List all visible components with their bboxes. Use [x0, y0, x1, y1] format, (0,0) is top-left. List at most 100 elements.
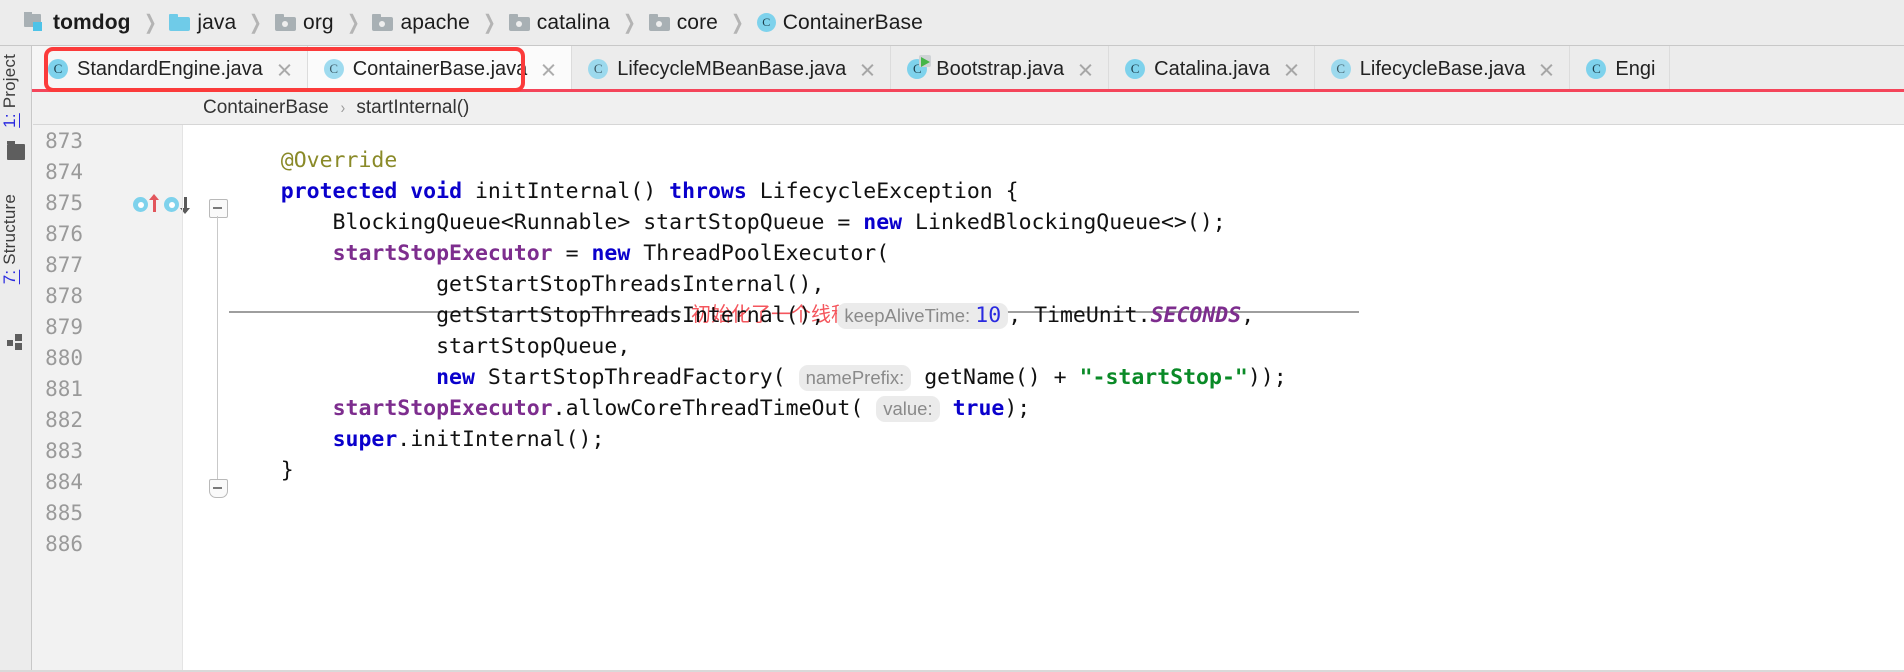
breadcrumb-separator-icon: ❯	[346, 12, 360, 34]
breadcrumb-label: apache	[400, 10, 470, 34]
folder-blue-icon	[169, 14, 191, 31]
number-literal: 10	[975, 303, 1002, 328]
breadcrumb-separator-icon: ❯	[623, 12, 636, 34]
close-icon[interactable]	[540, 61, 557, 78]
java-class-icon: C	[48, 59, 68, 79]
sidebar-item-structure-label: Structure	[0, 194, 19, 270]
sidebar-item-structure-number: 7:	[0, 269, 19, 285]
code-line-884: }	[229, 458, 294, 483]
editor-tab-standardengine[interactable]: C StandardEngine.java	[32, 46, 308, 92]
structure-icon[interactable]	[7, 334, 25, 350]
editor-tab-label: Bootstrap.java	[936, 57, 1065, 80]
breadcrumb-item-java[interactable]: java	[169, 0, 236, 46]
breadcrumb-item-containerbase[interactable]: C ContainerBase	[756, 0, 923, 46]
code-line-877: startStopExecutor = new ThreadPoolExecut…	[332, 241, 890, 266]
breadcrumb-label: org	[303, 10, 334, 34]
java-class-icon: C	[1586, 59, 1607, 79]
editor-tab-label: Engi	[1615, 57, 1656, 80]
constant-seconds: SECONDS	[1150, 303, 1242, 328]
sidebar-item-project[interactable]: 1: Project	[0, 54, 32, 128]
editor-tab-bootstrap[interactable]: C Bootstrap.java	[891, 46, 1110, 92]
member-breadcrumb: ContainerBase › startInternal()	[33, 92, 1904, 125]
code-line-875: protected void initInternal() throws Lif…	[280, 179, 1019, 204]
member-breadcrumb-method[interactable]: startInternal()	[356, 97, 469, 119]
breadcrumb-label: catalina	[536, 10, 610, 34]
close-icon[interactable]	[1283, 61, 1300, 78]
line-number: 883	[45, 439, 83, 463]
editor-tab-label: Catalina.java	[1154, 57, 1270, 80]
folder-package-icon	[372, 14, 394, 31]
folder-package-icon	[508, 14, 530, 31]
implementing-method-up-icon[interactable]	[133, 193, 164, 215]
java-class-icon: C	[756, 13, 776, 32]
editor-gutter[interactable]: 873 874 875 876 877 878 879 880 881 882 …	[33, 125, 190, 672]
close-icon[interactable]	[1077, 61, 1094, 78]
breadcrumb-label: java	[197, 10, 237, 34]
breadcrumb-item-core[interactable]: core	[648, 0, 718, 46]
sidebar-item-project-label: Project	[0, 54, 19, 114]
breadcrumb-item-apache[interactable]: apache	[372, 0, 470, 46]
run-arrow-icon	[921, 57, 931, 67]
code-line-882: startStopExecutor.allowCoreThreadTimeOut…	[332, 396, 1031, 422]
line-number: 880	[45, 346, 83, 370]
folder-package-icon	[648, 14, 670, 31]
line-number: 879	[45, 315, 83, 339]
close-icon[interactable]	[859, 61, 876, 78]
code-line-881: new StartStopThreadFactory( namePrefix: …	[436, 365, 1287, 391]
breadcrumb-item-org[interactable]: org	[275, 0, 334, 46]
editor-tab-label: LifecycleMBeanBase.java	[617, 57, 847, 80]
editor-tab-containerbase[interactable]: C ContainerBase.java	[307, 46, 573, 92]
line-number: 873	[45, 129, 83, 153]
sidebar-item-structure[interactable]: 7: Structure	[0, 194, 32, 284]
line-number: 882	[45, 408, 83, 432]
inlay-hint-nameprefix: namePrefix:	[798, 365, 912, 391]
code-line-883: super.initInternal();	[332, 427, 605, 452]
line-number: 876	[45, 222, 83, 246]
close-icon[interactable]	[276, 61, 293, 78]
module-icon	[24, 12, 46, 32]
inlay-hint-keepalivetime: keepAliveTime: 10	[837, 303, 1009, 329]
breadcrumb-item-tomdog[interactable]: tomdog	[24, 0, 131, 46]
field-startstopexecutor: startStopExecutor	[332, 396, 553, 421]
editor-tab-label: StandardEngine.java	[77, 57, 263, 80]
editor-tab-lifecyclembeanbase[interactable]: C LifecycleMBeanBase.java	[572, 46, 892, 92]
breadcrumb-label: core	[676, 10, 718, 34]
line-number: 886	[45, 532, 83, 556]
editor-tab-label: LifecycleBase.java	[1359, 57, 1526, 80]
code-editor[interactable]: 873 874 875 876 877 878 879 880 881 882 …	[33, 125, 1904, 672]
line-number: 881	[45, 377, 83, 401]
code-line-876: BlockingQueue<Runnable> startStopQueue =…	[229, 210, 1226, 235]
member-breadcrumb-class[interactable]: ContainerBase	[203, 97, 329, 119]
code-line-874: @Override	[229, 145, 398, 176]
breadcrumb-separator-icon: ❯	[731, 12, 744, 34]
code-line-878: getStartStopThreadsInternal(),	[229, 272, 825, 297]
editor-tab-label: ContainerBase.java	[352, 57, 528, 80]
chevron-right-icon: ›	[340, 98, 345, 117]
line-number: 877	[45, 253, 83, 277]
editor-tab-engine[interactable]: C Engi	[1570, 46, 1671, 92]
field-startstopexecutor: startStopExecutor	[332, 241, 553, 266]
folder-package-icon	[275, 14, 297, 31]
code-line-880: startStopQueue,	[229, 334, 631, 359]
ide-window: tomdog ❯ java ❯ org ❯ apache ❯ catalina …	[0, 0, 1904, 672]
close-icon[interactable]	[1538, 61, 1555, 78]
line-number: 874	[45, 160, 83, 184]
editor-tab-catalina[interactable]: C Catalina.java	[1109, 46, 1315, 92]
breadcrumb-separator-icon: ❯	[143, 12, 157, 34]
line-number: 885	[45, 501, 83, 525]
code-content[interactable]: 初始化了一个线程池和阻塞队列 @Override protected void …	[183, 125, 1904, 672]
left-tool-window-strip: 1: Project 7: Structure	[0, 46, 32, 672]
code-line-879: getStartStopThreadsInternal(), keepAlive…	[229, 303, 1255, 329]
breadcrumb-item-catalina[interactable]: catalina	[508, 0, 610, 46]
breadcrumb-label: ContainerBase	[782, 10, 923, 34]
project-breadcrumb-bar: tomdog ❯ java ❯ org ❯ apache ❯ catalina …	[0, 0, 1904, 46]
inlay-hint-value: value:	[876, 396, 940, 422]
tab-bar-red-underline	[32, 89, 1904, 92]
java-class-icon: C	[1125, 59, 1146, 79]
inlay-hint-label: keepAliveTime:	[844, 305, 971, 326]
breadcrumb-separator-icon: ❯	[483, 12, 496, 34]
string-literal: "-startStop-"	[1079, 365, 1248, 390]
project-folder-icon[interactable]	[7, 141, 25, 160]
editor-tab-lifecyclebase[interactable]: C LifecycleBase.java	[1315, 46, 1571, 92]
java-class-icon: C	[323, 59, 344, 79]
